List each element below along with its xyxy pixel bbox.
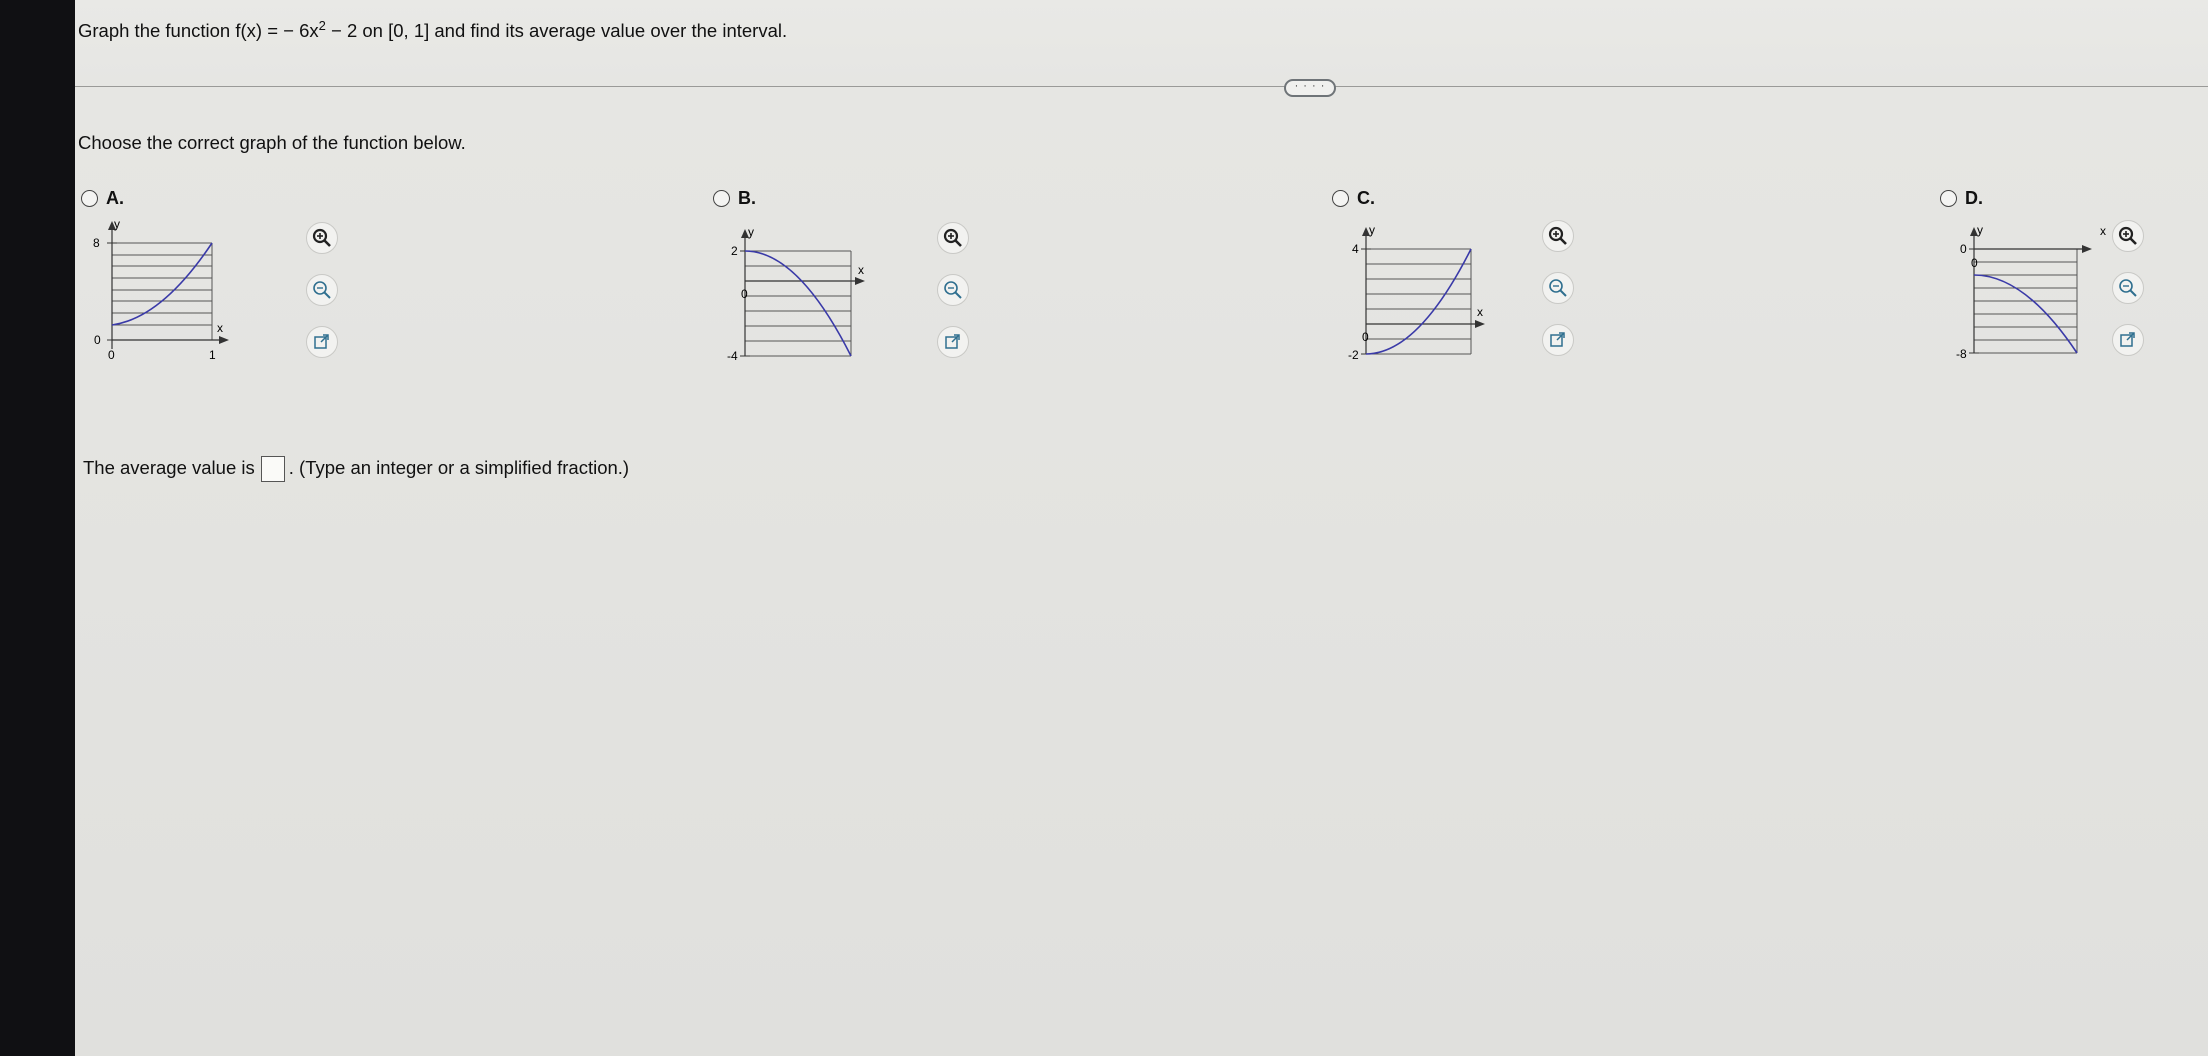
open-external-icon	[314, 334, 329, 349]
y-bottom-label: -4	[727, 349, 738, 363]
x-right-label: 1	[209, 348, 216, 362]
zoom-in-button-b[interactable]	[937, 222, 969, 254]
option-d-radio[interactable]	[1940, 190, 1957, 207]
x-axis-label: x	[2100, 224, 2106, 238]
graph-d: y 0 -8 0 x	[1940, 214, 2140, 379]
open-external-icon	[1550, 332, 1565, 347]
option-b-label: B.	[738, 188, 756, 208]
zoom-in-icon	[943, 228, 962, 247]
zoom-out-icon	[944, 281, 962, 299]
divider	[75, 86, 2208, 87]
zoom-in-button-a[interactable]	[306, 222, 338, 254]
zoom-out-icon	[1549, 279, 1567, 297]
question-interval-text: − 2 on [0, 1] and find its average value…	[325, 20, 788, 42]
zoom-in-icon	[1548, 226, 1567, 245]
x-left-label: 0	[1971, 256, 1978, 270]
x-left-label: 0	[108, 348, 115, 362]
y-bottom-label: 0	[94, 333, 101, 347]
question-screen: Graph the function f(x) = − 6x2 − 2 on […	[75, 0, 2208, 1056]
zoom-in-button-c[interactable]	[1542, 220, 1574, 252]
question-text: Graph the function f(x) = − 6x2 − 2 on […	[78, 18, 787, 42]
zoom-out-button-c[interactable]	[1542, 272, 1574, 304]
open-external-icon	[945, 334, 960, 349]
y-top-label: 0	[1960, 242, 1967, 256]
option-b-radio[interactable]	[713, 190, 730, 207]
graph-c: y 4 -2 0 x	[1332, 214, 1532, 379]
x-left-label: 0	[1362, 330, 1369, 344]
graph-a: y 8 0 0 1 x	[91, 214, 231, 379]
zoom-in-icon	[312, 228, 331, 247]
y-axis-label: y	[1977, 223, 1983, 237]
answer-prefix: The average value is	[83, 456, 255, 478]
open-graph-button-c[interactable]	[1542, 324, 1574, 356]
x-axis-label: x	[858, 263, 864, 277]
option-a-radio[interactable]	[81, 190, 98, 207]
open-external-icon	[2120, 332, 2135, 347]
y-axis-label: y	[748, 225, 754, 239]
y-bottom-label: -2	[1348, 348, 1359, 362]
zoom-out-icon	[2119, 279, 2137, 297]
open-graph-button-b[interactable]	[937, 326, 969, 358]
y-top-label: 4	[1352, 242, 1359, 256]
y-bottom-label: -8	[1956, 347, 1967, 361]
open-graph-button-d[interactable]	[2112, 324, 2144, 356]
average-value-input[interactable]	[260, 456, 285, 482]
y-axis-label: y	[114, 217, 120, 231]
option-a-label: A.	[106, 188, 124, 208]
more-button[interactable]: · · · ·	[1284, 79, 1336, 97]
zoom-in-icon	[2118, 226, 2137, 245]
open-graph-button-a[interactable]	[306, 326, 338, 358]
exponent: 2	[318, 18, 326, 33]
option-c-radio[interactable]	[1332, 190, 1349, 207]
zoom-in-button-d[interactable]	[2112, 220, 2144, 252]
prompt-text: Choose the correct graph of the function…	[78, 132, 466, 153]
graph-b: y 2 -4 0 x	[713, 214, 913, 379]
y-axis-label: y	[1369, 223, 1375, 237]
x-axis-label: x	[1477, 305, 1483, 319]
zoom-out-button-a[interactable]	[306, 274, 338, 306]
answer-instructions: . (Type an integer or a simplified fract…	[288, 456, 630, 478]
option-d-label: D.	[1965, 188, 1983, 208]
y-top-label: 2	[731, 244, 738, 258]
zoom-out-icon	[313, 281, 331, 299]
x-axis-label: x	[217, 321, 223, 335]
answer-row: The average value is . (Type an integer o…	[83, 456, 629, 482]
option-c-label: C.	[1357, 188, 1375, 208]
zoom-out-button-d[interactable]	[2112, 272, 2144, 304]
y-top-label: 8	[93, 236, 100, 250]
x-left-label: 0	[741, 287, 748, 301]
zoom-out-button-b[interactable]	[937, 274, 969, 306]
question-function-text: Graph the function f(x) = − 6x	[78, 20, 319, 42]
